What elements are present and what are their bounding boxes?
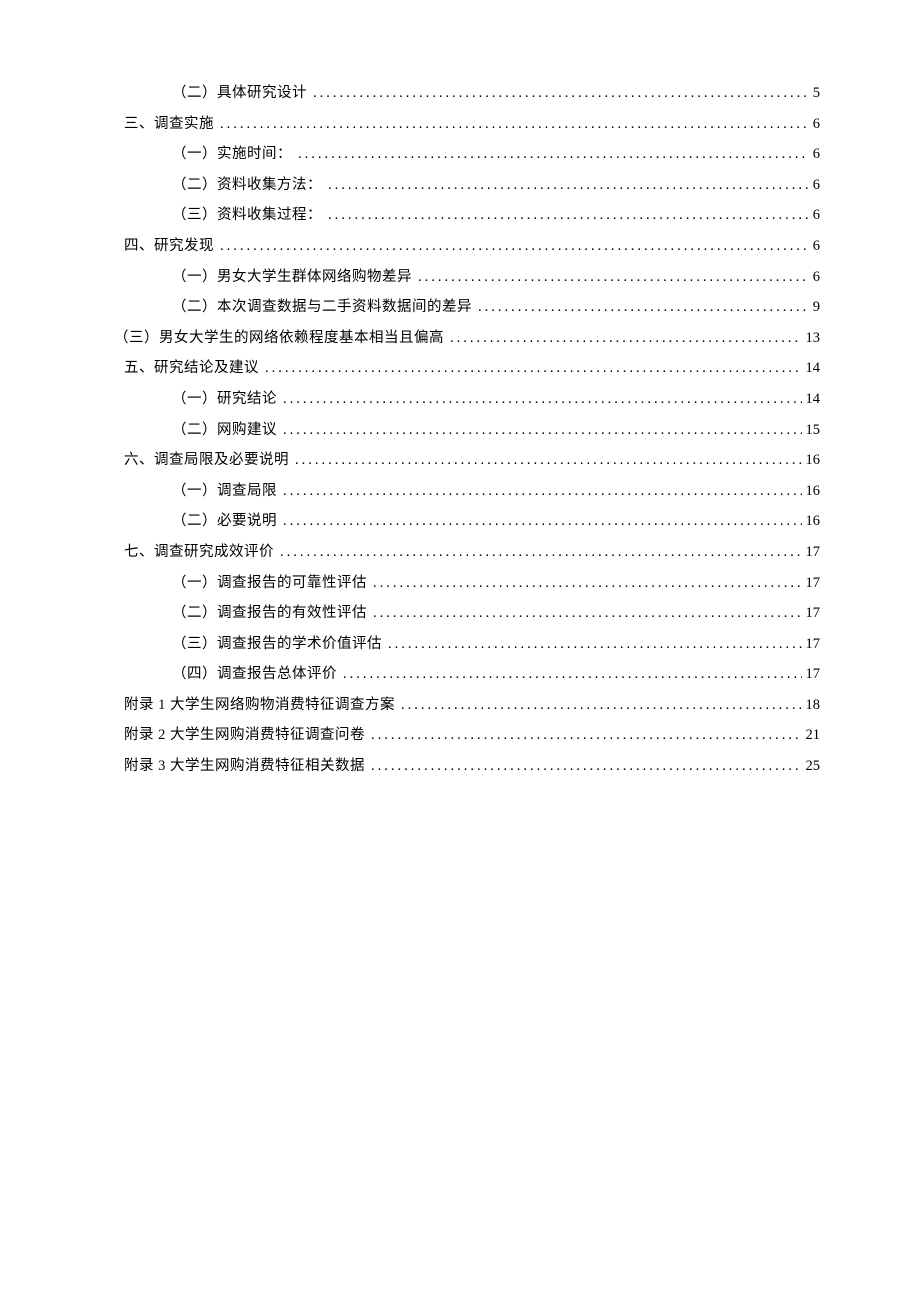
toc-page-number: 17 bbox=[802, 631, 821, 657]
toc-entry: 五、研究结论及建议 14 bbox=[100, 355, 820, 381]
toc-label: （一）实施时间： bbox=[172, 141, 292, 167]
toc-label: 四、研究发现 bbox=[124, 233, 214, 259]
toc-page-number: 17 bbox=[802, 539, 821, 565]
toc-leader-dots bbox=[371, 753, 802, 779]
toc-entry: （一）研究结论 14 bbox=[100, 386, 820, 412]
toc-entry: 附录 3 大学生网购消费特征相关数据 25 bbox=[100, 753, 820, 779]
toc-label: （二）必要说明 bbox=[172, 508, 277, 534]
toc-leader-dots bbox=[313, 80, 809, 106]
toc-label: 七、调查研究成效评价 bbox=[124, 539, 274, 565]
toc-entry: 七、调查研究成效评价 17 bbox=[100, 539, 820, 565]
toc-page-number: 18 bbox=[802, 692, 821, 718]
toc-page-number: 21 bbox=[802, 722, 821, 748]
toc-label: （一）调查报告的可靠性评估 bbox=[172, 570, 367, 596]
toc-entry: 六、调查局限及必要说明 16 bbox=[100, 447, 820, 473]
toc-entry: 附录 1 大学生网络购物消费特征调查方案 18 bbox=[100, 692, 820, 718]
toc-page-number: 6 bbox=[809, 111, 820, 137]
toc-page-number: 17 bbox=[802, 661, 821, 687]
toc-leader-dots bbox=[450, 325, 802, 351]
toc-leader-dots bbox=[295, 447, 802, 473]
toc-leader-dots bbox=[283, 478, 802, 504]
toc-label: （三）资料收集过程： bbox=[172, 202, 322, 228]
toc-page-number: 17 bbox=[802, 570, 821, 596]
toc-leader-dots bbox=[418, 264, 809, 290]
toc-label: （二）本次调查数据与二手资料数据间的差异 bbox=[172, 294, 472, 320]
toc-label: （二）网购建议 bbox=[172, 417, 277, 443]
toc-label: 附录 3 大学生网购消费特征相关数据 bbox=[124, 753, 365, 779]
toc-page-number: 13 bbox=[802, 325, 821, 351]
toc-label: （二）具体研究设计 bbox=[172, 80, 307, 106]
toc-page-number: 16 bbox=[802, 478, 821, 504]
toc-leader-dots bbox=[328, 202, 809, 228]
toc-entry: （三）调查报告的学术价值评估 17 bbox=[100, 631, 820, 657]
toc-entry: （一）调查局限 16 bbox=[100, 478, 820, 504]
toc-leader-dots bbox=[283, 508, 802, 534]
toc-page-number: 14 bbox=[802, 386, 821, 412]
toc-entry: 四、研究发现 6 bbox=[100, 233, 820, 259]
toc-leader-dots bbox=[283, 417, 802, 443]
toc-label: 附录 2 大学生网购消费特征调查问卷 bbox=[124, 722, 365, 748]
toc-label: （一）调查局限 bbox=[172, 478, 277, 504]
toc-page-number: 6 bbox=[809, 202, 820, 228]
toc-leader-dots bbox=[220, 111, 809, 137]
toc-page-number: 6 bbox=[809, 172, 820, 198]
toc-entry: （二）资料收集方法： 6 bbox=[100, 172, 820, 198]
toc-label: 五、研究结论及建议 bbox=[124, 355, 259, 381]
toc-entry: （一）男女大学生群体网络购物差异 6 bbox=[100, 264, 820, 290]
toc-entry: （四）调查报告总体评价 17 bbox=[100, 661, 820, 687]
toc-page-number: 15 bbox=[802, 417, 821, 443]
toc-leader-dots bbox=[478, 294, 809, 320]
toc-label: （四）调查报告总体评价 bbox=[172, 661, 337, 687]
toc-entry: （二）具体研究设计 5 bbox=[100, 80, 820, 106]
toc-leader-dots bbox=[283, 386, 802, 412]
toc-entry: （二）网购建议 15 bbox=[100, 417, 820, 443]
toc-page-number: 25 bbox=[802, 753, 821, 779]
toc-entry: （一）调查报告的可靠性评估 17 bbox=[100, 570, 820, 596]
toc-page-number: 6 bbox=[809, 264, 820, 290]
toc-entry: 附录 2 大学生网购消费特征调查问卷 21 bbox=[100, 722, 820, 748]
toc-page-number: 16 bbox=[802, 447, 821, 473]
toc-label: 附录 1 大学生网络购物消费特征调查方案 bbox=[124, 692, 395, 718]
toc-leader-dots bbox=[401, 692, 802, 718]
toc-leader-dots bbox=[373, 600, 802, 626]
toc-entry: 三、调查实施 6 bbox=[100, 111, 820, 137]
toc-label: （一）研究结论 bbox=[172, 386, 277, 412]
toc-label: 六、调查局限及必要说明 bbox=[124, 447, 289, 473]
toc-leader-dots bbox=[280, 539, 802, 565]
toc-leader-dots bbox=[343, 661, 802, 687]
toc-leader-dots bbox=[388, 631, 802, 657]
toc-label: （一）男女大学生群体网络购物差异 bbox=[172, 264, 412, 290]
toc-label: （三）男女大学生的网络依赖程度基本相当且偏高 bbox=[114, 325, 444, 351]
table-of-contents: （二）具体研究设计5三、调查实施6（一）实施时间：6（二）资料收集方法：6（三）… bbox=[100, 80, 820, 779]
toc-entry: （二）本次调查数据与二手资料数据间的差异 9 bbox=[100, 294, 820, 320]
toc-entry: （三）男女大学生的网络依赖程度基本相当且偏高 13 bbox=[100, 325, 820, 351]
toc-entry: （三）资料收集过程： 6 bbox=[100, 202, 820, 228]
toc-page-number: 17 bbox=[802, 600, 821, 626]
toc-page-number: 6 bbox=[809, 233, 820, 259]
toc-leader-dots bbox=[373, 570, 802, 596]
toc-page-number: 14 bbox=[802, 355, 821, 381]
toc-page-number: 6 bbox=[809, 141, 820, 167]
toc-label: （二）资料收集方法： bbox=[172, 172, 322, 198]
toc-entry: （二）必要说明 16 bbox=[100, 508, 820, 534]
toc-leader-dots bbox=[220, 233, 809, 259]
toc-page-number: 16 bbox=[802, 508, 821, 534]
toc-leader-dots bbox=[298, 141, 809, 167]
toc-entry: （一）实施时间： 6 bbox=[100, 141, 820, 167]
toc-entry: （二）调查报告的有效性评估 17 bbox=[100, 600, 820, 626]
toc-leader-dots bbox=[265, 355, 802, 381]
toc-label: 三、调查实施 bbox=[124, 111, 214, 137]
toc-label: （三）调查报告的学术价值评估 bbox=[172, 631, 382, 657]
toc-page-number: 5 bbox=[809, 80, 820, 106]
toc-page-number: 9 bbox=[809, 294, 820, 320]
toc-label: （二）调查报告的有效性评估 bbox=[172, 600, 367, 626]
toc-leader-dots bbox=[371, 722, 802, 748]
toc-leader-dots bbox=[328, 172, 809, 198]
